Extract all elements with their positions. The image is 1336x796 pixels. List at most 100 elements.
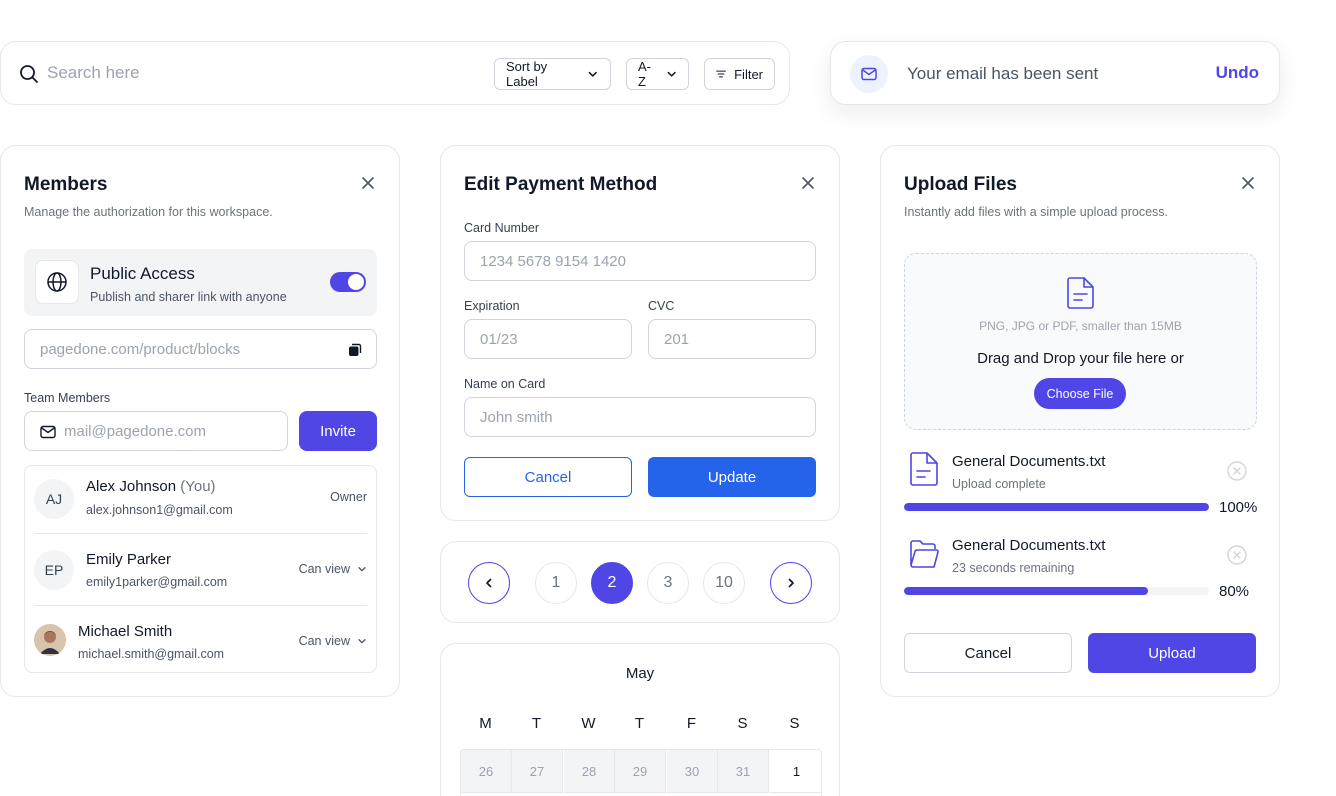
- mail-icon: [40, 425, 56, 439]
- invite-button[interactable]: Invite: [299, 411, 377, 451]
- upload-progress-bar: [904, 587, 1209, 595]
- calendar-day[interactable]: 29: [615, 750, 666, 793]
- card-number-field[interactable]: 1234 5678 9154 1420: [464, 241, 816, 281]
- upload-file-item: General Documents.txt Upload complete 10…: [904, 451, 1257, 521]
- email-sent-toast: Your email has been sent Undo: [830, 41, 1280, 105]
- toggle-knob: [348, 274, 364, 290]
- member-role-text: Owner: [330, 490, 367, 504]
- search-icon: [20, 65, 38, 83]
- modal-subtitle: Manage the authorization for this worksp…: [24, 205, 273, 219]
- member-role: Owner: [330, 490, 367, 504]
- close-icon[interactable]: [361, 176, 375, 190]
- members-modal: Members Manage the authorization for thi…: [0, 145, 400, 697]
- calendar-day[interactable]: 31: [718, 750, 769, 793]
- public-access-title: Public Access: [90, 264, 195, 283]
- update-button[interactable]: Update: [648, 457, 816, 497]
- public-access-card: Public Access Publish and sharer link wi…: [24, 249, 377, 316]
- prev-page-button[interactable]: [468, 562, 510, 604]
- cancel-button[interactable]: Cancel: [904, 633, 1072, 673]
- member-row: Michael Smith michael.smith@gmail.com Ca…: [34, 605, 367, 677]
- page-button[interactable]: 1: [535, 562, 577, 604]
- upload-file-item: General Documents.txt 23 seconds remaini…: [904, 535, 1257, 605]
- mail-icon: [850, 55, 888, 93]
- page-button[interactable]: 10: [703, 562, 745, 604]
- remove-file-icon[interactable]: [1227, 461, 1247, 481]
- modal-title: Edit Payment Method: [464, 174, 658, 195]
- progress-fill: [904, 587, 1148, 595]
- filter-icon: [716, 70, 726, 78]
- edit-payment-modal: Edit Payment Method Card Number 1234 567…: [440, 145, 840, 521]
- name-on-card-label: Name on Card: [464, 377, 546, 391]
- member-name: Alex Johnson (You): [86, 478, 216, 495]
- weekday-label: S: [737, 715, 748, 732]
- close-icon[interactable]: [801, 176, 815, 190]
- member-role-dropdown[interactable]: Can view: [299, 634, 367, 648]
- cvc-value: 201: [664, 331, 690, 348]
- next-page-button[interactable]: [770, 562, 812, 604]
- choose-file-button[interactable]: Choose File: [1034, 378, 1126, 409]
- expiration-value: 01/23: [480, 331, 518, 348]
- drop-instruction: Drag and Drop your file here or: [977, 350, 1184, 367]
- calendar-day[interactable]: 27: [512, 750, 563, 793]
- member-name-text: Alex Johnson: [86, 478, 177, 495]
- filter-button[interactable]: Filter: [704, 58, 775, 90]
- sort-dropdown[interactable]: Sort by Label: [494, 58, 611, 90]
- invite-email-field[interactable]: mail@pagedone.com: [24, 411, 288, 451]
- member-name: Michael Smith: [78, 623, 173, 640]
- progress-percent: 100%: [1219, 499, 1258, 516]
- chevron-down-icon: [358, 567, 366, 572]
- team-members-label: Team Members: [24, 391, 111, 405]
- invite-email-placeholder: mail@pagedone.com: [64, 423, 206, 440]
- file-type-hint: PNG, JPG or PDF, smaller than 15MB: [979, 319, 1182, 333]
- weekday-label: T: [634, 715, 645, 732]
- copy-icon[interactable]: [348, 343, 362, 357]
- share-link-field[interactable]: pagedone.com/product/blocks: [24, 329, 377, 369]
- avatar: AJ: [34, 479, 74, 519]
- modal-title: Upload Files: [904, 174, 1017, 195]
- calendar-day[interactable]: 28: [564, 750, 615, 793]
- member-name: Emily Parker: [86, 551, 172, 568]
- calendar-day[interactable]: 26: [461, 750, 512, 793]
- expiration-field[interactable]: 01/23: [464, 319, 632, 359]
- chevron-left-icon: [486, 578, 492, 588]
- calendar-day[interactable]: 1: [770, 750, 821, 793]
- member-email: michael.smith@gmail.com: [78, 647, 225, 661]
- member-role-dropdown[interactable]: Can view: [299, 562, 367, 576]
- file-name: General Documents.txt: [952, 453, 1106, 470]
- file-name: General Documents.txt: [952, 537, 1106, 554]
- weekday-label: F: [686, 715, 697, 732]
- modal-subtitle: Instantly add files with a simple upload…: [904, 205, 1169, 219]
- weekday-label: W: [581, 715, 596, 732]
- filter-button-label: Filter: [734, 66, 763, 82]
- page-button[interactable]: 3: [647, 562, 689, 604]
- pagination: 1 2 3 10: [440, 541, 840, 623]
- weekday-label: T: [531, 715, 542, 732]
- order-dropdown-label: A-Z: [638, 59, 651, 89]
- file-dropzone[interactable]: PNG, JPG or PDF, smaller than 15MB Drag …: [904, 253, 1257, 430]
- folder-icon: [910, 540, 939, 568]
- member-list: AJ Alex Johnson (You) alex.johnson1@gmai…: [24, 465, 377, 673]
- member-role-text: Can view: [298, 634, 350, 648]
- close-icon[interactable]: [1241, 176, 1255, 190]
- name-on-card-field[interactable]: John smith: [464, 397, 816, 437]
- remove-file-icon[interactable]: [1227, 545, 1247, 565]
- sort-dropdown-label: Sort by Label: [506, 59, 548, 89]
- order-dropdown[interactable]: A-Z: [626, 58, 689, 90]
- page-button-current[interactable]: 2: [591, 562, 633, 604]
- cvc-field[interactable]: 201: [648, 319, 816, 359]
- globe-icon: [35, 260, 79, 304]
- calendar-day[interactable]: 30: [667, 750, 718, 793]
- cvc-label: CVC: [648, 299, 675, 313]
- public-access-toggle[interactable]: [330, 272, 366, 292]
- upload-files-modal: Upload Files Instantly add files with a …: [880, 145, 1280, 697]
- share-link-text: pagedone.com/product/blocks: [40, 341, 241, 358]
- upload-progress-bar: [904, 503, 1209, 511]
- upload-button[interactable]: Upload: [1088, 633, 1256, 673]
- undo-button[interactable]: Undo: [1216, 63, 1259, 83]
- chevron-down-icon: [358, 639, 366, 644]
- search-input[interactable]: Search here: [47, 63, 140, 83]
- chevron-down-icon: [589, 71, 598, 77]
- document-icon: [1067, 277, 1094, 309]
- member-email: emily1parker@gmail.com: [86, 575, 228, 589]
- cancel-button[interactable]: Cancel: [464, 457, 632, 497]
